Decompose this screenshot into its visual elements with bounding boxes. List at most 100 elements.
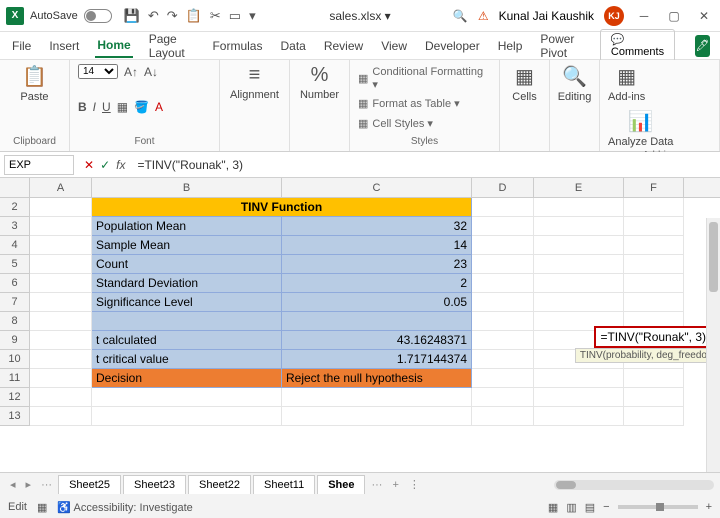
editing-button[interactable]: 🔍Editing — [558, 64, 591, 103]
bold-button[interactable]: B — [78, 100, 87, 114]
cell[interactable] — [30, 217, 92, 236]
name-box[interactable]: EXP — [4, 155, 74, 175]
row-header[interactable]: 3 — [0, 217, 30, 236]
tab-power-pivot[interactable]: Power Pivot — [538, 28, 585, 64]
row-header[interactable]: 12 — [0, 388, 30, 407]
cells-button[interactable]: ▦Cells — [508, 64, 541, 103]
tab-view[interactable]: View — [379, 35, 409, 57]
cell-b7[interactable]: Significance Level — [92, 293, 282, 312]
cell[interactable] — [30, 331, 92, 350]
cell[interactable] — [472, 331, 534, 350]
cell[interactable] — [282, 388, 472, 407]
qat-dropdown-icon[interactable]: ▾ — [249, 8, 256, 24]
tab-home[interactable]: Home — [95, 34, 132, 58]
cell-c11[interactable]: Reject the null hypothesis — [282, 369, 472, 388]
cell[interactable] — [472, 388, 534, 407]
row-header[interactable]: 6 — [0, 274, 30, 293]
cell[interactable] — [472, 369, 534, 388]
underline-button[interactable]: U — [102, 100, 111, 114]
nav-more-icon[interactable]: ··· — [37, 479, 56, 491]
cell[interactable] — [282, 312, 472, 331]
conditional-formatting-button[interactable]: ▦Conditional Formatting ▾ — [358, 64, 491, 93]
save-icon[interactable]: 💾 — [124, 8, 140, 24]
cell[interactable] — [472, 198, 534, 217]
nav-prev-icon[interactable]: ▸ — [22, 478, 36, 491]
tabs-overflow-icon[interactable]: ··· — [367, 479, 386, 491]
cell[interactable] — [534, 293, 624, 312]
decrease-font-icon[interactable]: A↓ — [144, 65, 158, 79]
view-normal-icon[interactable]: ▦ — [548, 501, 558, 514]
cell[interactable] — [534, 255, 624, 274]
paste-button[interactable]: 📋Paste — [8, 64, 61, 103]
cell[interactable] — [534, 217, 624, 236]
sheet-tab[interactable]: Sheet22 — [188, 475, 251, 494]
cell-c10[interactable]: 1.717144374 — [282, 350, 472, 369]
cell[interactable] — [624, 293, 684, 312]
sheet-tab[interactable]: Sheet25 — [58, 475, 121, 494]
comments-button[interactable]: 💬 Comments — [600, 29, 675, 62]
formula-input[interactable]: =TINV("Rounak", 3) — [131, 158, 720, 172]
warning-icon[interactable]: ⚠ — [478, 9, 489, 23]
cell[interactable] — [472, 274, 534, 293]
row-header[interactable]: 9 — [0, 331, 30, 350]
zoom-slider[interactable] — [618, 505, 698, 509]
cell[interactable] — [30, 312, 92, 331]
tab-insert[interactable]: Insert — [47, 35, 81, 57]
border-button[interactable]: ▦ — [117, 100, 128, 114]
col-header-c[interactable]: C — [282, 178, 472, 197]
vertical-scrollbar[interactable] — [706, 218, 720, 472]
cell[interactable] — [624, 407, 684, 426]
zoom-out-icon[interactable]: − — [603, 501, 609, 513]
cell[interactable] — [92, 388, 282, 407]
share-button[interactable]: 🖊 — [695, 35, 710, 57]
tab-file[interactable]: File — [10, 35, 33, 57]
font-size-select[interactable]: 14 — [78, 64, 118, 79]
cell[interactable] — [624, 255, 684, 274]
increase-font-icon[interactable]: A↑ — [124, 65, 138, 79]
scrollbar-thumb[interactable] — [556, 481, 576, 489]
cell[interactable] — [30, 350, 92, 369]
tab-review[interactable]: Review — [322, 35, 365, 57]
cell-c5[interactable]: 23 — [282, 255, 472, 274]
cell-title[interactable]: TINV Function — [92, 198, 472, 217]
cell[interactable] — [92, 312, 282, 331]
number-button[interactable]: %Number — [298, 64, 341, 101]
sheet-tab[interactable]: Sheet23 — [123, 475, 186, 494]
avatar[interactable]: KJ — [604, 6, 624, 26]
fill-color-button[interactable]: 🪣 — [134, 100, 149, 114]
cell[interactable] — [30, 293, 92, 312]
cell-b5[interactable]: Count — [92, 255, 282, 274]
cell[interactable] — [472, 350, 534, 369]
select-all-corner[interactable] — [0, 178, 30, 197]
cell[interactable] — [472, 293, 534, 312]
cell[interactable] — [534, 198, 624, 217]
addins-button[interactable]: ▦Add-ins — [608, 64, 645, 103]
tab-developer[interactable]: Developer — [423, 35, 482, 57]
cell[interactable] — [624, 274, 684, 293]
active-cell-overlay[interactable]: =TINV("Rounak", 3) — [594, 326, 712, 348]
cell-b11[interactable]: Decision — [92, 369, 282, 388]
tab-page-layout[interactable]: Page Layout — [147, 28, 197, 64]
cell[interactable] — [30, 388, 92, 407]
cell-c4[interactable]: 14 — [282, 236, 472, 255]
accessibility-status[interactable]: ♿ Accessibility: Investigate — [57, 501, 192, 514]
cancel-formula-icon[interactable]: ✕ — [84, 158, 94, 172]
cell[interactable] — [30, 255, 92, 274]
cell[interactable] — [472, 217, 534, 236]
row-header[interactable]: 2 — [0, 198, 30, 217]
undo-icon[interactable]: ↶ — [148, 8, 159, 24]
cell[interactable] — [534, 274, 624, 293]
cell-c7[interactable]: 0.05 — [282, 293, 472, 312]
copy-icon[interactable]: 📋 — [186, 8, 202, 24]
col-header-a[interactable]: A — [30, 178, 92, 197]
cell[interactable] — [472, 407, 534, 426]
cell[interactable] — [30, 407, 92, 426]
cell-b4[interactable]: Sample Mean — [92, 236, 282, 255]
cell[interactable] — [30, 369, 92, 388]
cell[interactable] — [282, 407, 472, 426]
cell[interactable] — [534, 236, 624, 255]
cell[interactable] — [30, 274, 92, 293]
redo-icon[interactable]: ↷ — [167, 8, 178, 24]
fx-icon[interactable]: fx — [116, 158, 125, 172]
col-header-e[interactable]: E — [534, 178, 624, 197]
